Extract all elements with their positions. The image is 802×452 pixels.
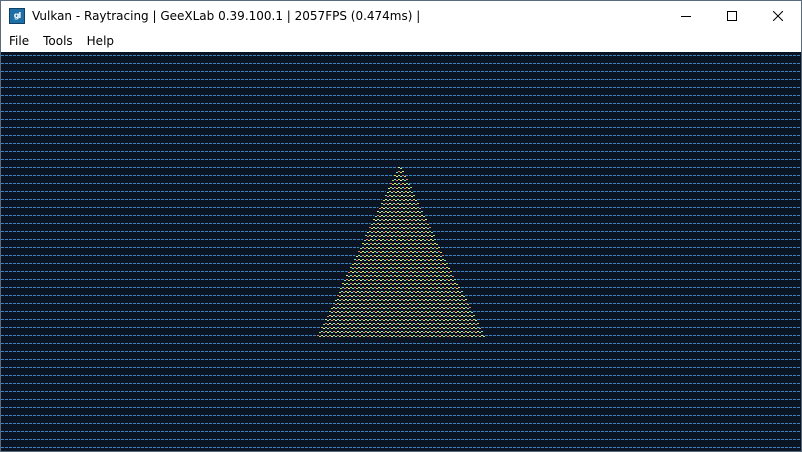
menu-help[interactable]: Help [80, 31, 121, 51]
minimize-button[interactable] [663, 1, 709, 31]
maximize-button[interactable] [709, 1, 755, 31]
menu-file[interactable]: File [1, 31, 36, 51]
raytraced-triangle [317, 166, 485, 337]
app-window: gl Vulkan - Raytracing | GeeXLab 0.39.10… [0, 0, 802, 452]
minimize-icon [681, 11, 691, 21]
window-title: Vulkan - Raytracing | GeeXLab 0.39.100.1… [32, 9, 421, 23]
app-icon[interactable]: gl [9, 8, 25, 24]
title-bar[interactable]: gl Vulkan - Raytracing | GeeXLab 0.39.10… [1, 1, 801, 31]
raytraced-scene [317, 166, 485, 337]
close-button[interactable] [755, 1, 801, 31]
maximize-icon [727, 11, 737, 21]
window-controls [663, 1, 801, 31]
menu-bar: File Tools Help [1, 31, 801, 51]
menu-tools[interactable]: Tools [36, 31, 80, 51]
render-viewport[interactable] [1, 52, 801, 451]
close-icon [773, 11, 783, 21]
